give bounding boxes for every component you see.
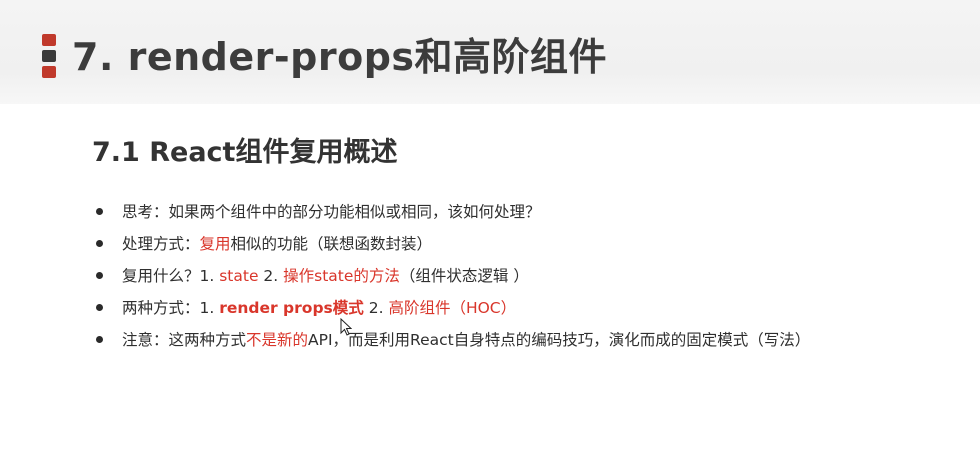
bullet-text: 2. — [363, 299, 389, 317]
bullet-list: 思考：如果两个组件中的部分功能相似或相同，该如何处理？ 处理方式：复用相似的功能… — [92, 196, 810, 356]
section-title: 7.1 React组件复用概述 — [92, 137, 398, 168]
highlight-text: 操作state的方法 — [283, 267, 400, 285]
bullet-dot-icon — [96, 272, 103, 279]
bullet-text: 2. — [258, 267, 284, 285]
page-title: 7. render-props和高阶组件 — [72, 35, 608, 79]
highlight-text: state — [219, 267, 259, 285]
bullet-item: 复用什么？1. state 2. 操作state的方法（组件状态逻辑 ） — [92, 260, 810, 292]
bullet-item: 两种方式：1. render props模式 2. 高阶组件（HOC） — [92, 292, 810, 324]
highlight-text: 不是新的 — [246, 331, 309, 349]
bullet-text: 两种方式：1. — [122, 299, 220, 317]
mouse-cursor-icon — [340, 318, 352, 336]
bullet-text: 相似的功能（联想函数封装） — [230, 235, 433, 253]
bullet-item: 注意：这两种方式不是新的API，而是利用React自身特点的编码技巧，演化而成的… — [92, 324, 810, 356]
bullet-dot-icon — [96, 336, 103, 343]
bullet-text: 复用什么？1. — [122, 267, 220, 285]
highlight-text: render props模式 — [219, 299, 364, 317]
bullet-text: 处理方式： — [122, 235, 200, 253]
bullet-text: 思考：如果两个组件中的部分功能相似或相同，该如何处理？ — [122, 203, 541, 221]
bullet-dot-icon — [96, 304, 103, 311]
bullet-item: 处理方式：复用相似的功能（联想函数封装） — [92, 228, 810, 260]
bullet-dot-icon — [96, 208, 103, 215]
title-marker-icon — [42, 34, 56, 78]
highlight-text: 高阶组件（HOC） — [388, 299, 517, 317]
bullet-dot-icon — [96, 240, 103, 247]
highlight-text: 复用 — [199, 235, 231, 253]
bullet-text: （组件状态逻辑 ） — [399, 267, 529, 285]
bullet-item: 思考：如果两个组件中的部分功能相似或相同，该如何处理？ — [92, 196, 810, 228]
bullet-text: 注意：这两种方式 — [122, 331, 247, 349]
bullet-text: API，而是利用React自身特点的编码技巧，演化而成的固定模式（写法） — [308, 331, 811, 349]
